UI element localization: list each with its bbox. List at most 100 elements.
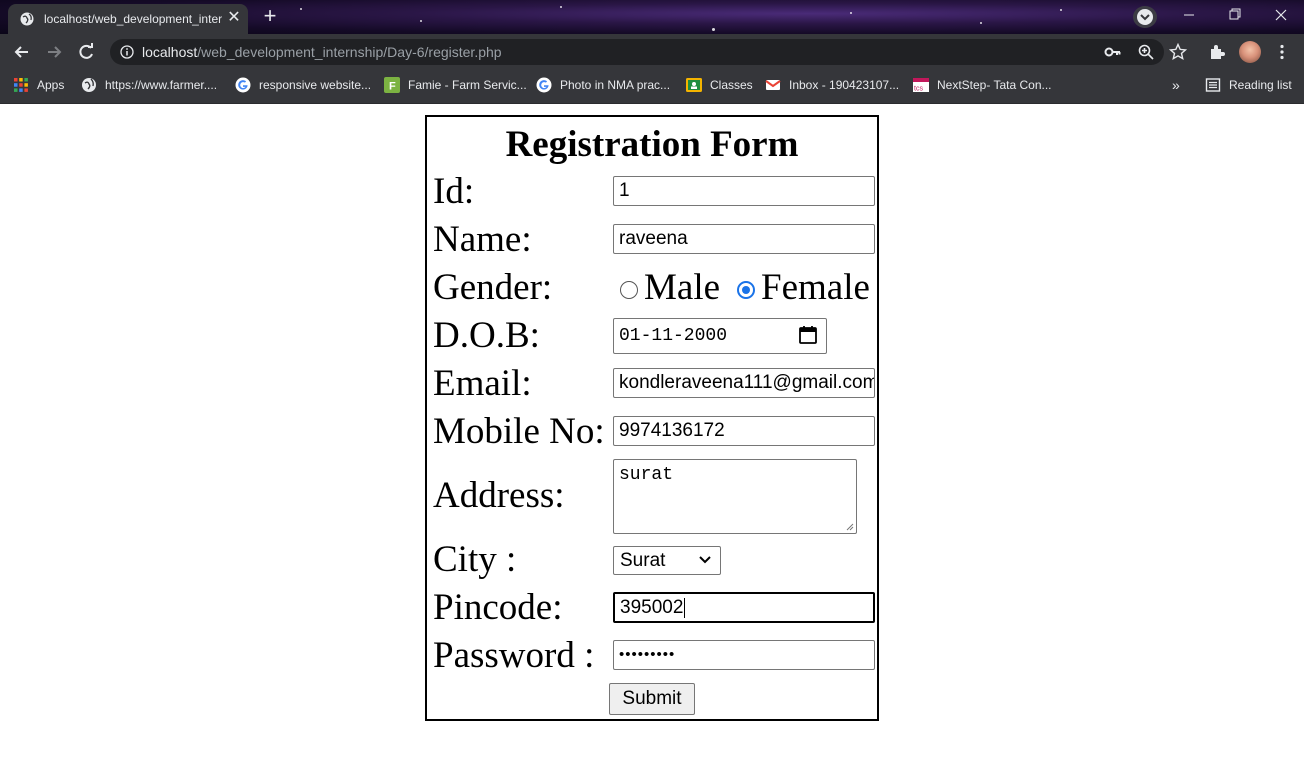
star-bookmark-icon[interactable]	[1169, 43, 1187, 61]
password-input[interactable]: •••••••••	[613, 640, 875, 670]
profile-avatar[interactable]	[1239, 41, 1261, 63]
minimize-button[interactable]	[1166, 0, 1212, 30]
decor-star	[1060, 9, 1062, 11]
reading-list-icon	[1205, 78, 1221, 92]
close-window-button[interactable]	[1258, 0, 1304, 30]
chevron-down-icon	[1137, 9, 1153, 25]
decor-star	[850, 12, 852, 14]
decor-star	[420, 20, 422, 22]
minimize-icon	[1184, 14, 1194, 16]
famie-icon: F	[384, 77, 400, 93]
city-selected-value: Surat	[620, 550, 666, 571]
bookmark-apps[interactable]: Apps	[13, 77, 64, 93]
svg-text:tcs: tcs	[914, 86, 923, 93]
tab-close-icon[interactable]: ✕	[226, 10, 242, 26]
gender-male-label: Male	[644, 267, 721, 308]
calendar-icon[interactable]	[798, 325, 818, 345]
id-input[interactable]: 1	[613, 176, 875, 206]
mobile-label: Mobile No:	[433, 411, 605, 452]
id-label: Id:	[433, 171, 475, 212]
decor-star	[300, 8, 302, 10]
restore-icon	[1229, 8, 1241, 20]
bookmark-label: Apps	[37, 78, 65, 92]
url-host: localhost	[142, 44, 198, 60]
restore-button[interactable]	[1212, 0, 1258, 30]
forward-button[interactable]	[40, 38, 68, 66]
tcs-icon: tcs	[913, 78, 929, 93]
reading-list-button[interactable]: Reading list	[1205, 77, 1292, 93]
dob-date-input[interactable]: 01-11-2000	[613, 318, 827, 354]
bookmark-inbox[interactable]: Inbox - 190423107...	[765, 77, 899, 93]
key-icon[interactable]	[1104, 43, 1122, 61]
decor-star	[560, 6, 562, 8]
arrow-right-icon	[48, 46, 62, 58]
pincode-value: 395002	[620, 597, 684, 618]
dob-label: D.O.B:	[433, 315, 540, 356]
browser-tab-active[interactable]: localhost/web_development_internship/Day…	[8, 4, 248, 34]
bookmark-label: https://www.farmer....	[105, 78, 218, 92]
resize-grip-icon[interactable]	[846, 523, 854, 531]
globe-icon	[82, 78, 96, 92]
bookmark-farmer[interactable]: https://www.farmer....	[81, 77, 217, 93]
tab-search-button[interactable]	[1133, 6, 1157, 28]
submit-button[interactable]: Submit	[609, 683, 695, 715]
chevron-down-icon	[699, 556, 711, 564]
bookmark-label: responsive website...	[259, 78, 372, 92]
more-menu-icon[interactable]	[1273, 43, 1291, 61]
password-label: Password :	[433, 635, 595, 676]
address-value: surat	[619, 465, 674, 485]
bookmark-label: NextStep- Tata Con...	[937, 78, 1052, 92]
gender-label: Gender:	[433, 267, 553, 308]
zoom-icon[interactable]	[1137, 43, 1155, 61]
email-input[interactable]: kondleraveena111@gmail.com	[613, 368, 875, 398]
site-info-icon[interactable]	[120, 45, 134, 59]
bookmark-label: Photo in NMA prac...	[560, 78, 671, 92]
bookmark-label: Famie - Farm Servic...	[408, 78, 527, 92]
city-label: City :	[433, 539, 517, 580]
url-text[interactable]: localhost/web_development_internship/Day…	[142, 44, 502, 60]
url-path: /web_development_internship/Day-6/regist…	[197, 44, 502, 60]
name-label: Name:	[433, 219, 532, 260]
email-label: Email:	[433, 363, 532, 404]
pincode-input[interactable]: 395002	[613, 592, 875, 623]
decor-star	[980, 22, 982, 24]
gender-female-radio[interactable]	[737, 281, 755, 299]
gmail-icon	[765, 80, 781, 90]
google-icon	[235, 77, 251, 93]
apps-grid-icon	[14, 78, 28, 92]
bookmarks-overflow-button[interactable]: »	[1172, 77, 1180, 93]
name-input[interactable]: raveena	[613, 224, 875, 254]
text-caret	[684, 597, 686, 618]
globe-icon	[20, 12, 34, 26]
google-icon	[536, 77, 552, 93]
svg-text:F: F	[389, 81, 396, 93]
bookmark-responsive-website[interactable]: responsive website...	[235, 77, 371, 93]
dob-value: 01-11-2000	[619, 326, 728, 346]
new-tab-button[interactable]: +	[256, 4, 284, 30]
extensions-icon[interactable]	[1208, 43, 1226, 61]
bookmark-label: Classes	[710, 78, 753, 92]
tab-title: localhost/web_development_internship/Day…	[44, 12, 222, 26]
address-textarea[interactable]: surat	[613, 459, 857, 534]
arrow-left-icon	[14, 46, 28, 58]
classroom-icon	[686, 78, 702, 92]
reload-icon	[79, 43, 93, 59]
bookmark-photo-nma[interactable]: Photo in NMA prac...	[536, 77, 670, 93]
decor-star	[712, 28, 715, 31]
mobile-input[interactable]: 9974136172	[613, 416, 875, 446]
close-icon	[1275, 9, 1287, 21]
bookmark-classes[interactable]: Classes	[686, 77, 753, 93]
bookmark-nextstep-tcs[interactable]: tcs NextStep- Tata Con...	[913, 77, 1052, 93]
registration-form: Registration Form Id: 1 Name: raveena Ge…	[425, 115, 879, 721]
reload-button[interactable]	[72, 38, 100, 66]
pincode-label: Pincode:	[433, 587, 563, 628]
form-title: Registration Form	[505, 124, 799, 165]
back-button[interactable]	[8, 38, 36, 66]
reading-list-label: Reading list	[1229, 78, 1292, 92]
gender-female-label: Female	[761, 267, 870, 308]
address-label: Address:	[433, 475, 565, 516]
bookmark-label: Inbox - 190423107...	[789, 78, 900, 92]
bookmark-famie[interactable]: F Famie - Farm Servic...	[384, 77, 527, 93]
gender-male-radio[interactable]	[620, 281, 638, 299]
city-select[interactable]: Surat	[613, 546, 721, 575]
